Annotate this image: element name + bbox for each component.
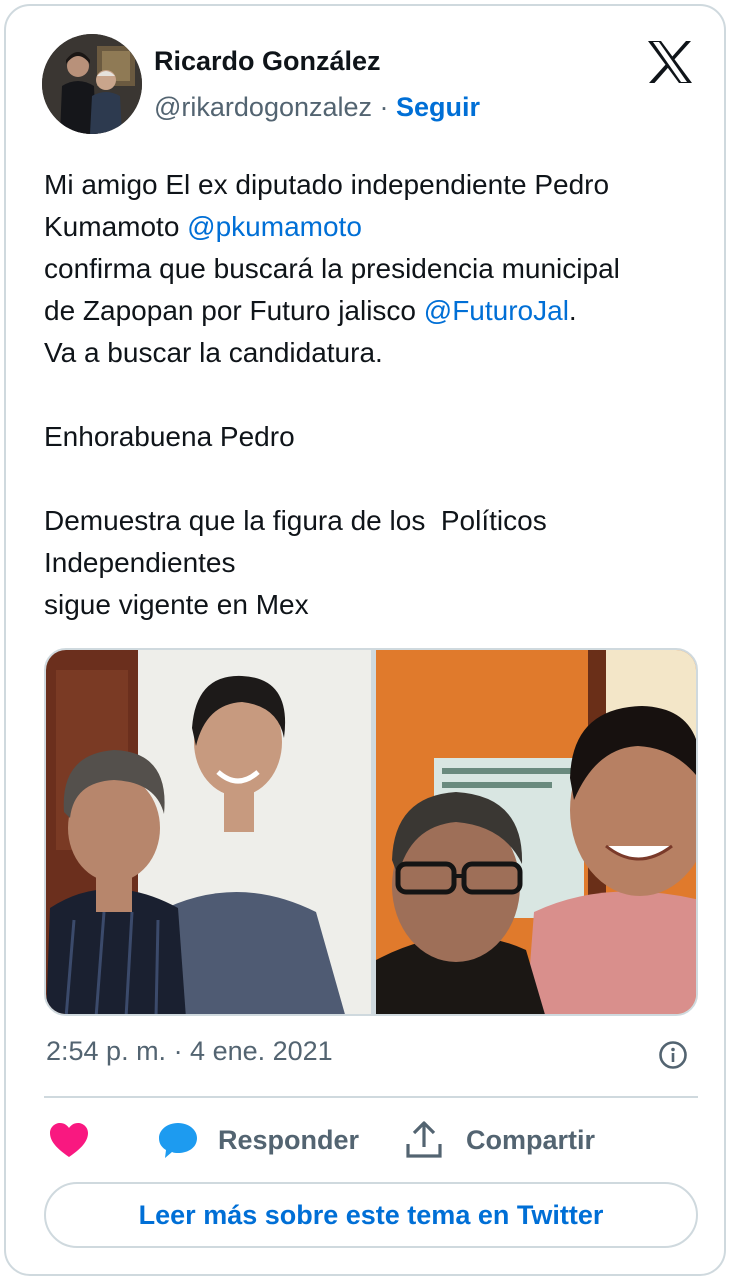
tweet-line: confirma que buscará la presidencia muni… [44, 248, 704, 290]
action-divider [44, 1096, 698, 1098]
x-logo-icon[interactable] [646, 40, 694, 84]
tweet-line: de Zapopan por Futuro jalisco @FuturoJal… [44, 290, 704, 332]
read-more-label: Leer más sobre este tema en Twitter [138, 1199, 604, 1230]
tweet-timestamp[interactable]: 2:54 p. m. · 4 ene. 2021 [46, 1036, 333, 1067]
tweet-photo-1[interactable] [46, 650, 371, 1014]
share-upload-icon [406, 1121, 442, 1158]
tweet-line: Kumamoto @pkumamoto [44, 206, 704, 248]
tweet-line: sigue vigente en Mex [44, 584, 704, 626]
tweet-card: Ricardo González @rikardogonzalez · Segu… [4, 4, 726, 1276]
author-handle[interactable]: @rikardogonzalez [154, 92, 372, 122]
tweet-line: Independientes [44, 542, 704, 584]
tweet-text-segment: Kumamoto [44, 211, 188, 242]
handle-separator: · [372, 92, 397, 122]
tweet-text-segment: Va a buscar la candidatura. [44, 337, 383, 368]
reply-button[interactable]: Responder [156, 1118, 359, 1162]
tweet-line: Demuestra que la figura de los Políticos [44, 500, 704, 542]
mention-link[interactable]: @pkumamoto [187, 211, 362, 242]
tweet-text: Mi amigo El ex diputado independiente Pe… [44, 164, 704, 626]
tweet-line [44, 374, 704, 416]
tweet-photo-2[interactable] [376, 650, 696, 1014]
tweet-text-segment: confirma que buscará la presidencia muni… [44, 253, 620, 284]
reply-label: Responder [218, 1124, 360, 1155]
author-avatar[interactable] [42, 34, 142, 134]
share-button[interactable]: Compartir [404, 1118, 595, 1162]
author-name[interactable]: Ricardo González [154, 46, 381, 77]
avatar-image [42, 34, 142, 134]
mention-link[interactable]: @FuturoJal [424, 295, 569, 326]
tweet-text-segment: Demuestra que la figura de los Políticos [44, 505, 547, 536]
author-handle-line: @rikardogonzalez · Seguir [154, 92, 480, 123]
read-more-button[interactable]: Leer más sobre este tema en Twitter [44, 1182, 698, 1248]
tweet-text-segment: de Zapopan por Futuro jalisco [44, 295, 424, 326]
tweet-text-segment: Enhorabuena Pedro [44, 421, 295, 452]
tweet-line: Va a buscar la candidatura. [44, 332, 704, 374]
tweet-text-segment: Independientes [44, 547, 236, 578]
tweet-text-segment: sigue vigente en Mex [44, 589, 309, 620]
tweet-line: Mi amigo El ex diputado independiente Pe… [44, 164, 704, 206]
tweet-text-segment: . [568, 295, 577, 326]
heart-icon [50, 1123, 88, 1157]
tweet-line [44, 458, 704, 500]
like-button[interactable] [48, 1118, 90, 1162]
follow-button[interactable]: Seguir [396, 92, 480, 122]
tweet-media[interactable] [44, 648, 698, 1016]
info-icon[interactable] [658, 1040, 688, 1070]
reply-bubble-icon [159, 1123, 197, 1158]
tweet-text-segment: Mi amigo El ex diputado independiente Pe… [44, 169, 610, 200]
tweet-line: Enhorabuena Pedro [44, 416, 704, 458]
share-label: Compartir [466, 1124, 596, 1155]
